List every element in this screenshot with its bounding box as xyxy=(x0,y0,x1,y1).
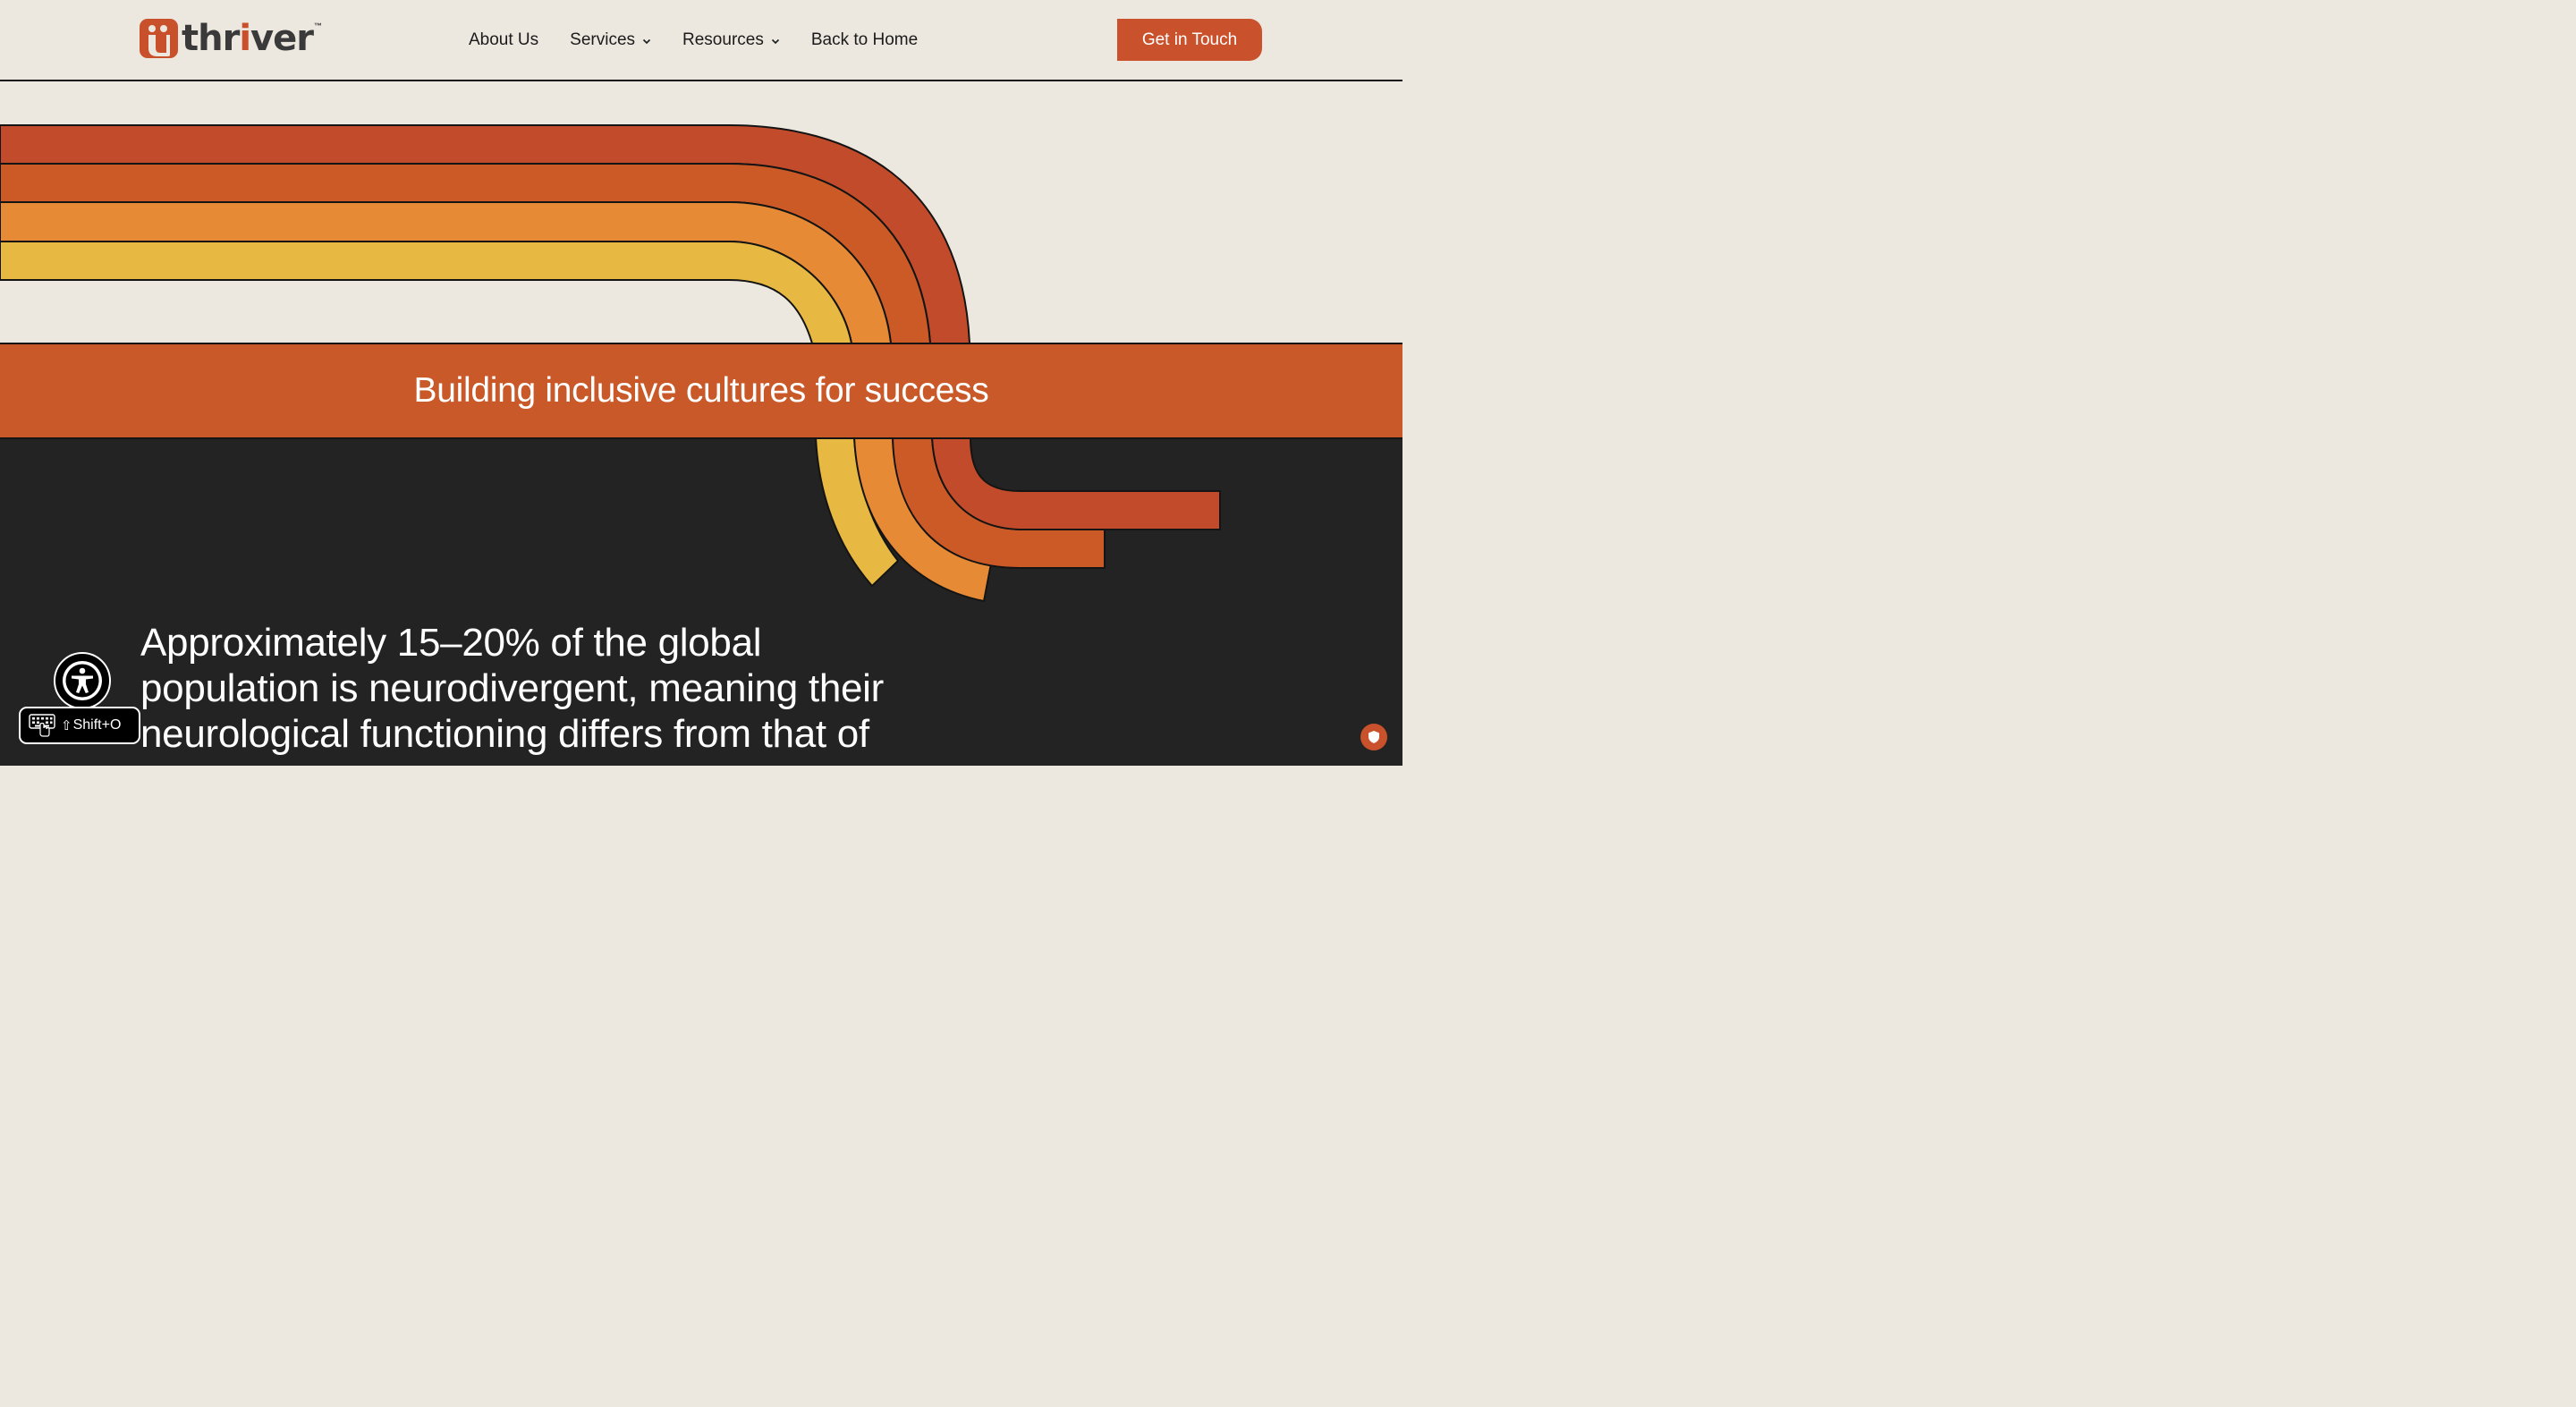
chevron-down-icon xyxy=(642,28,651,53)
stripe-red-lower xyxy=(931,437,1221,530)
hero-banner: Building inclusive cultures for success xyxy=(0,343,1402,439)
keyboard-icon xyxy=(29,714,55,737)
nav-services-label: Services xyxy=(570,30,636,49)
privacy-shield-button[interactable] xyxy=(1360,724,1387,750)
accessibility-button[interactable] xyxy=(54,652,111,709)
trademark-symbol: ™ xyxy=(313,21,322,30)
stat-line: Approximately 15–20% of the global xyxy=(140,621,762,665)
decorative-stripes xyxy=(0,124,1221,602)
nav-resources[interactable]: Resources xyxy=(682,28,780,53)
stat-line: neurological functioning differs from th… xyxy=(140,712,869,756)
nav-back-to-home-label: Back to Home xyxy=(810,30,919,49)
site-header: thriver ™ About Us Services Resources Ba… xyxy=(0,0,1402,81)
keyboard-shortcut-hint[interactable]: ⇧ Shift+O xyxy=(19,707,140,744)
main-nav: About Us Services Resources Back to Home xyxy=(469,28,949,53)
chevron-down-icon xyxy=(771,28,780,53)
nav-about-us[interactable]: About Us xyxy=(469,28,538,53)
logo-wordmark: thriver xyxy=(182,18,314,59)
stripe-yellow-upper xyxy=(0,241,852,344)
stat-paragraph: Approximately 15–20% of the global popul… xyxy=(140,620,963,757)
get-in-touch-button[interactable]: Get in Touch xyxy=(1117,19,1262,61)
shift-icon: ⇧ xyxy=(61,718,72,733)
nav-services[interactable]: Services xyxy=(570,28,651,53)
hero-tagline: Building inclusive cultures for success xyxy=(413,371,989,410)
nav-about-us-label: About Us xyxy=(469,30,539,49)
nav-resources-label: Resources xyxy=(682,30,764,49)
shield-icon xyxy=(1368,731,1379,743)
stat-line: population is neurodivergent, meaning th… xyxy=(140,666,884,710)
shortcut-label: Shift+O xyxy=(72,717,122,733)
thriver-logo[interactable]: thriver ™ xyxy=(140,18,322,59)
accessibility-icon xyxy=(63,661,102,700)
nav-back-to-home[interactable]: Back to Home xyxy=(811,28,918,53)
logo-mark-icon xyxy=(140,19,178,58)
